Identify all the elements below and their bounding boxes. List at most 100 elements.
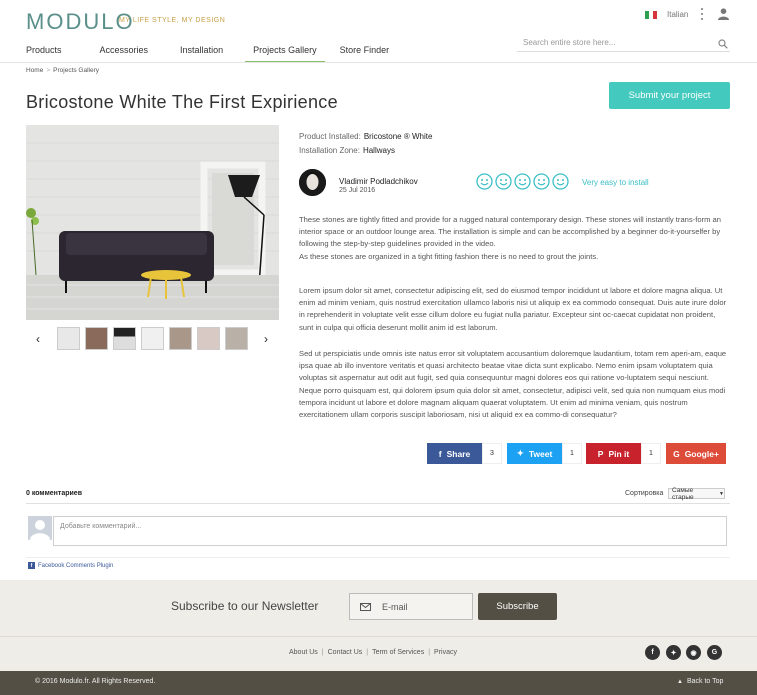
facebook-icon: f bbox=[28, 562, 35, 569]
smiley-icon bbox=[533, 173, 550, 190]
chevron-down-icon: ▼ bbox=[719, 490, 724, 497]
twitter-share: ✦ Tweet 1 bbox=[507, 443, 582, 464]
thumbnail-strip: ‹ › bbox=[26, 327, 279, 351]
search-input[interactable]: Search entire store here... bbox=[517, 38, 730, 52]
footer-links: About Us | Contact Us | Term of Services | … bbox=[289, 649, 457, 656]
breadcrumb: Home > Projects Gallery bbox=[26, 67, 99, 74]
product-installed: Product Installed: Bricostone ® White bbox=[299, 132, 432, 141]
italy-flag-icon[interactable] bbox=[645, 11, 657, 19]
instagram-social-icon[interactable]: ◉ bbox=[686, 645, 701, 660]
breadcrumb-home[interactable]: Home bbox=[26, 67, 43, 74]
thumbnail[interactable] bbox=[197, 327, 220, 350]
nav-products[interactable]: Products bbox=[26, 45, 62, 63]
pinterest-share-label: Pin it bbox=[608, 448, 630, 459]
newsletter-title: Subscribe to our Newsletter bbox=[171, 599, 319, 613]
google-social-icon[interactable]: G bbox=[707, 645, 722, 660]
pinterest-share-count: 1 bbox=[641, 443, 661, 464]
comments-divider bbox=[26, 557, 730, 558]
twitter-share-count: 1 bbox=[562, 443, 582, 464]
installation-zone-label: Installation Zone: bbox=[299, 146, 360, 155]
mail-icon bbox=[360, 602, 371, 611]
pinterest-share-button[interactable]: P Pin it bbox=[586, 443, 641, 464]
email-placeholder: E-mail bbox=[382, 601, 408, 612]
google-icon: G bbox=[673, 448, 680, 459]
twitter-social-icon[interactable]: ✦ bbox=[666, 645, 681, 660]
comments-divider bbox=[26, 503, 730, 504]
smiley-icon bbox=[476, 173, 493, 190]
facebook-share-count: 3 bbox=[482, 443, 502, 464]
sort-label: Сортировка bbox=[625, 490, 664, 497]
author-date: 25 Jul 2016 bbox=[339, 187, 376, 194]
header-divider bbox=[0, 62, 757, 63]
user-icon[interactable] bbox=[718, 8, 729, 20]
installation-zone: Installation Zone: Hallways bbox=[299, 146, 395, 155]
description-paragraph: Sed ut perspiciatis unde omnis iste natu… bbox=[299, 349, 727, 420]
page-title: Bricostone White The First Expirience bbox=[26, 92, 338, 112]
nav-projects-gallery[interactable]: Projects Gallery bbox=[245, 45, 325, 63]
sort-select-value: Самые старые bbox=[672, 486, 694, 501]
more-options-icon[interactable] bbox=[700, 8, 704, 20]
description-paragraph: Lorem ipsum dolor sit amet, consectetur … bbox=[299, 286, 727, 332]
footer-separator: | bbox=[321, 649, 324, 656]
smiley-icon bbox=[552, 173, 569, 190]
rating-smileys bbox=[476, 173, 569, 190]
installation-zone-value: Hallways bbox=[362, 146, 395, 155]
chevron-left-icon[interactable]: ‹ bbox=[36, 332, 40, 346]
footer-link-terms[interactable]: Term of Services bbox=[372, 649, 424, 656]
thumbnail[interactable] bbox=[85, 327, 108, 350]
author-name[interactable]: Vladimir Podladchikov bbox=[339, 177, 418, 186]
twitter-share-label: Tweet bbox=[528, 448, 553, 459]
newsletter-email-input[interactable]: E-mail bbox=[349, 593, 473, 620]
google-share-label: Google+ bbox=[684, 448, 719, 459]
chevron-right-icon: > bbox=[46, 67, 51, 74]
facebook-share: f Share 3 bbox=[427, 443, 502, 464]
footer-link-about[interactable]: About Us bbox=[289, 649, 318, 656]
description-paragraph: These stones are tightly fitted and prov… bbox=[299, 214, 730, 263]
sort-select[interactable]: Самые старые ▼ bbox=[668, 486, 725, 501]
nav-accessories[interactable]: Accessories bbox=[100, 45, 149, 63]
nav-store-finder[interactable]: Store Finder bbox=[340, 45, 390, 63]
back-to-top-label: Back to Top bbox=[686, 678, 724, 685]
thumbnail[interactable] bbox=[57, 327, 80, 350]
twitter-share-button[interactable]: ✦ Tweet bbox=[507, 443, 562, 464]
author-avatar bbox=[299, 169, 326, 196]
footer-separator: | bbox=[366, 649, 369, 656]
facebook-share-button[interactable]: f Share bbox=[427, 443, 482, 464]
footer-separator: | bbox=[428, 649, 431, 656]
smiley-icon bbox=[514, 173, 531, 190]
smiley-icon bbox=[495, 173, 512, 190]
breadcrumb-current: Projects Gallery bbox=[53, 67, 100, 74]
product-installed-label: Product Installed: bbox=[299, 132, 361, 141]
chevron-right-icon[interactable]: › bbox=[264, 332, 268, 346]
back-to-top-link[interactable]: ▲ Back to Top bbox=[677, 678, 723, 685]
description-text: As these stones are organized in a tight… bbox=[299, 251, 599, 261]
project-main-image bbox=[26, 125, 279, 320]
twitter-icon: ✦ bbox=[516, 448, 524, 458]
language-selector[interactable]: Italian bbox=[667, 10, 688, 19]
facebook-share-label: Share bbox=[446, 448, 471, 459]
search-icon[interactable] bbox=[718, 39, 728, 49]
facebook-comments-plugin-link[interactable]: f Facebook Comments Plugin bbox=[28, 562, 113, 569]
thumbnail[interactable] bbox=[225, 327, 248, 350]
facebook-social-icon[interactable]: f bbox=[645, 645, 660, 660]
subscribe-button[interactable]: Subscribe bbox=[478, 593, 557, 620]
product-installed-value[interactable]: Bricostone ® White bbox=[364, 132, 433, 141]
nav-installation[interactable]: Installation bbox=[180, 45, 238, 63]
rating-text: Very easy to install bbox=[582, 178, 649, 187]
footer-link-contact[interactable]: Contact Us bbox=[328, 649, 363, 656]
thumbnail[interactable] bbox=[113, 327, 136, 350]
google-share: G Google+ bbox=[666, 443, 726, 464]
comment-input[interactable]: Добавьте комментарий... bbox=[53, 516, 727, 546]
copyright: © 2016 Modulo.fr. All Rights Reserved. bbox=[35, 678, 156, 685]
facebook-plugin-label: Facebook Comments Plugin bbox=[38, 562, 114, 569]
thumbnail[interactable] bbox=[169, 327, 192, 350]
google-share-button[interactable]: G Google+ bbox=[666, 443, 726, 464]
comment-avatar bbox=[28, 516, 52, 540]
tagline: MY LIFE STYLE, MY DESIGN bbox=[119, 17, 226, 24]
description-text: These stones are tightly fitted and prov… bbox=[299, 215, 721, 249]
chevron-up-icon: ▲ bbox=[677, 678, 683, 685]
submit-project-button[interactable]: Submit your project bbox=[609, 82, 730, 109]
comments-count: 0 комментариев bbox=[26, 490, 83, 497]
footer-link-privacy[interactable]: Privacy bbox=[434, 649, 457, 656]
thumbnail[interactable] bbox=[141, 327, 164, 350]
